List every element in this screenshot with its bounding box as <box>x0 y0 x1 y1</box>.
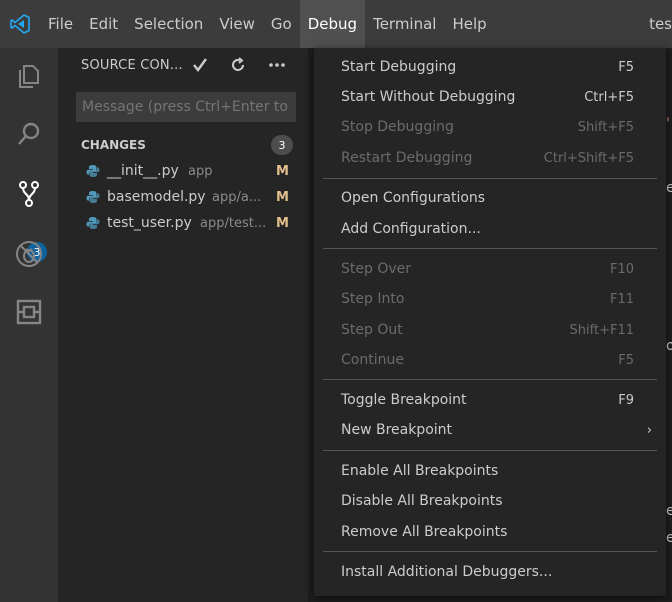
file-name: basemodel.py <box>107 189 206 205</box>
vscode-logo-icon[interactable] <box>0 0 40 48</box>
menu-go[interactable]: Go <box>263 0 300 48</box>
file-path: app <box>188 163 213 179</box>
file-status-badge: M <box>276 215 289 231</box>
menu-item-label: Remove All Breakpoints <box>341 524 508 540</box>
menu-open-configurations[interactable]: Open Configurations <box>314 183 666 213</box>
file-path: app/test... <box>200 215 267 231</box>
menu-toggle-breakpoint[interactable]: Toggle Breakpoint F9 <box>314 385 666 415</box>
menu-start-debugging[interactable]: Start Debugging F5 <box>314 52 666 82</box>
menu-restart-debugging: Restart Debugging Ctrl+Shift+F5 <box>314 143 666 173</box>
menu-item-shortcut: F5 <box>618 59 634 75</box>
menu-item-label: New Breakpoint <box>341 422 453 438</box>
menu-item-shortcut: F5 <box>618 352 634 368</box>
menu-step-over: Step Over F10 <box>314 254 666 284</box>
editor-fragment: e <box>666 503 672 519</box>
menu-add-configuration[interactable]: Add Configuration... <box>314 214 666 244</box>
file-name: __init__.py <box>107 163 179 179</box>
menu-terminal[interactable]: Terminal <box>365 0 444 48</box>
menu-item-shortcut: Ctrl+Shift+F5 <box>543 150 634 166</box>
file-path: app/a... <box>212 189 262 205</box>
menu-separator <box>323 379 657 380</box>
menu-item-shortcut: F11 <box>609 291 634 307</box>
source-control-sidebar: SOURCE CON... CHANGES 3 __init__.py app … <box>58 48 308 602</box>
menu-item-shortcut: F9 <box>618 392 634 408</box>
menu-step-into: Step Into F11 <box>314 284 666 314</box>
more-actions-icon[interactable] <box>266 54 288 76</box>
menu-item-label: Continue <box>341 352 404 368</box>
menu-item-shortcut: F10 <box>609 261 634 277</box>
menu-separator <box>323 178 657 179</box>
changed-file-row[interactable]: __init__.py app M <box>58 158 308 184</box>
changed-file-row[interactable]: basemodel.py app/a... M <box>58 184 308 210</box>
menu-item-label: Open Configurations <box>341 190 486 206</box>
python-file-icon <box>86 217 100 229</box>
changes-header[interactable]: CHANGES <box>81 138 146 152</box>
commit-check-icon[interactable] <box>189 54 211 76</box>
menu-view[interactable]: View <box>211 0 263 48</box>
menu-separator <box>323 248 657 249</box>
menu-file[interactable]: File <box>40 0 81 48</box>
menu-item-label: Step Into <box>341 291 405 307</box>
file-status-badge: M <box>276 163 289 179</box>
commit-message-input[interactable] <box>76 92 296 122</box>
menu-item-label: Start Debugging <box>341 59 457 75</box>
menu-item-label: Install Additional Debuggers... <box>341 564 553 580</box>
activity-bar: 3 <box>0 48 58 602</box>
debug-menu-dropdown: Start Debugging F5 Start Without Debuggi… <box>314 48 666 596</box>
menu-item-label: Disable All Breakpoints <box>341 493 503 509</box>
menu-continue: Continue F5 <box>314 345 666 375</box>
menu-item-label: Stop Debugging <box>341 119 454 135</box>
chevron-right-icon: › <box>646 422 652 438</box>
menu-item-label: Add Configuration... <box>341 221 481 237</box>
changed-file-row[interactable]: test_user.py app/test... M <box>58 210 308 236</box>
refresh-icon[interactable] <box>227 54 249 76</box>
menu-item-label: Step Over <box>341 261 411 277</box>
editor-fragment: o <box>666 338 672 354</box>
extensions-icon[interactable] <box>0 284 58 340</box>
debug-icon[interactable] <box>0 226 58 282</box>
python-file-icon <box>86 165 100 177</box>
menu-item-label: Step Out <box>341 322 403 338</box>
menu-separator <box>323 450 657 451</box>
menu-start-without-debugging[interactable]: Start Without Debugging Ctrl+F5 <box>314 82 666 112</box>
menu-item-label: Enable All Breakpoints <box>341 463 499 479</box>
window-title: tes <box>649 15 672 33</box>
title-bar: File Edit Selection View Go Debug Termin… <box>0 0 672 48</box>
editor-fragment: e <box>666 180 672 196</box>
file-status-badge: M <box>276 189 289 205</box>
menu-new-breakpoint[interactable]: New Breakpoint › <box>314 415 666 445</box>
menu-remove-all-breakpoints[interactable]: Remove All Breakpoints <box>314 517 666 547</box>
explorer-icon[interactable] <box>0 48 58 104</box>
menu-install-additional-debuggers[interactable]: Install Additional Debuggers... <box>314 557 666 587</box>
menu-separator <box>323 551 657 552</box>
menu-selection[interactable]: Selection <box>126 0 211 48</box>
menu-item-label: Restart Debugging <box>341 150 473 166</box>
editor-fragment: ' <box>666 116 670 132</box>
menu-item-shortcut: Shift+F11 <box>569 322 634 338</box>
menu-edit[interactable]: Edit <box>81 0 126 48</box>
python-file-icon <box>86 191 100 203</box>
menu-step-out: Step Out Shift+F11 <box>314 315 666 345</box>
menu-disable-all-breakpoints[interactable]: Disable All Breakpoints <box>314 486 666 516</box>
editor-fragment: e <box>666 530 672 546</box>
menu-debug[interactable]: Debug <box>299 0 366 48</box>
file-name: test_user.py <box>107 215 192 231</box>
source-control-icon[interactable] <box>0 166 58 222</box>
changes-count-badge: 3 <box>271 135 293 155</box>
menu-item-label: Start Without Debugging <box>341 89 516 105</box>
search-icon[interactable] <box>0 106 58 162</box>
menu-stop-debugging: Stop Debugging Shift+F5 <box>314 112 666 142</box>
menu-item-label: Toggle Breakpoint <box>341 392 467 408</box>
menu-item-shortcut: Shift+F5 <box>577 119 634 135</box>
menu-item-shortcut: Ctrl+F5 <box>584 89 634 105</box>
sidebar-title: SOURCE CON... <box>81 58 183 73</box>
menu-help[interactable]: Help <box>444 0 494 48</box>
menu-enable-all-breakpoints[interactable]: Enable All Breakpoints <box>314 456 666 486</box>
